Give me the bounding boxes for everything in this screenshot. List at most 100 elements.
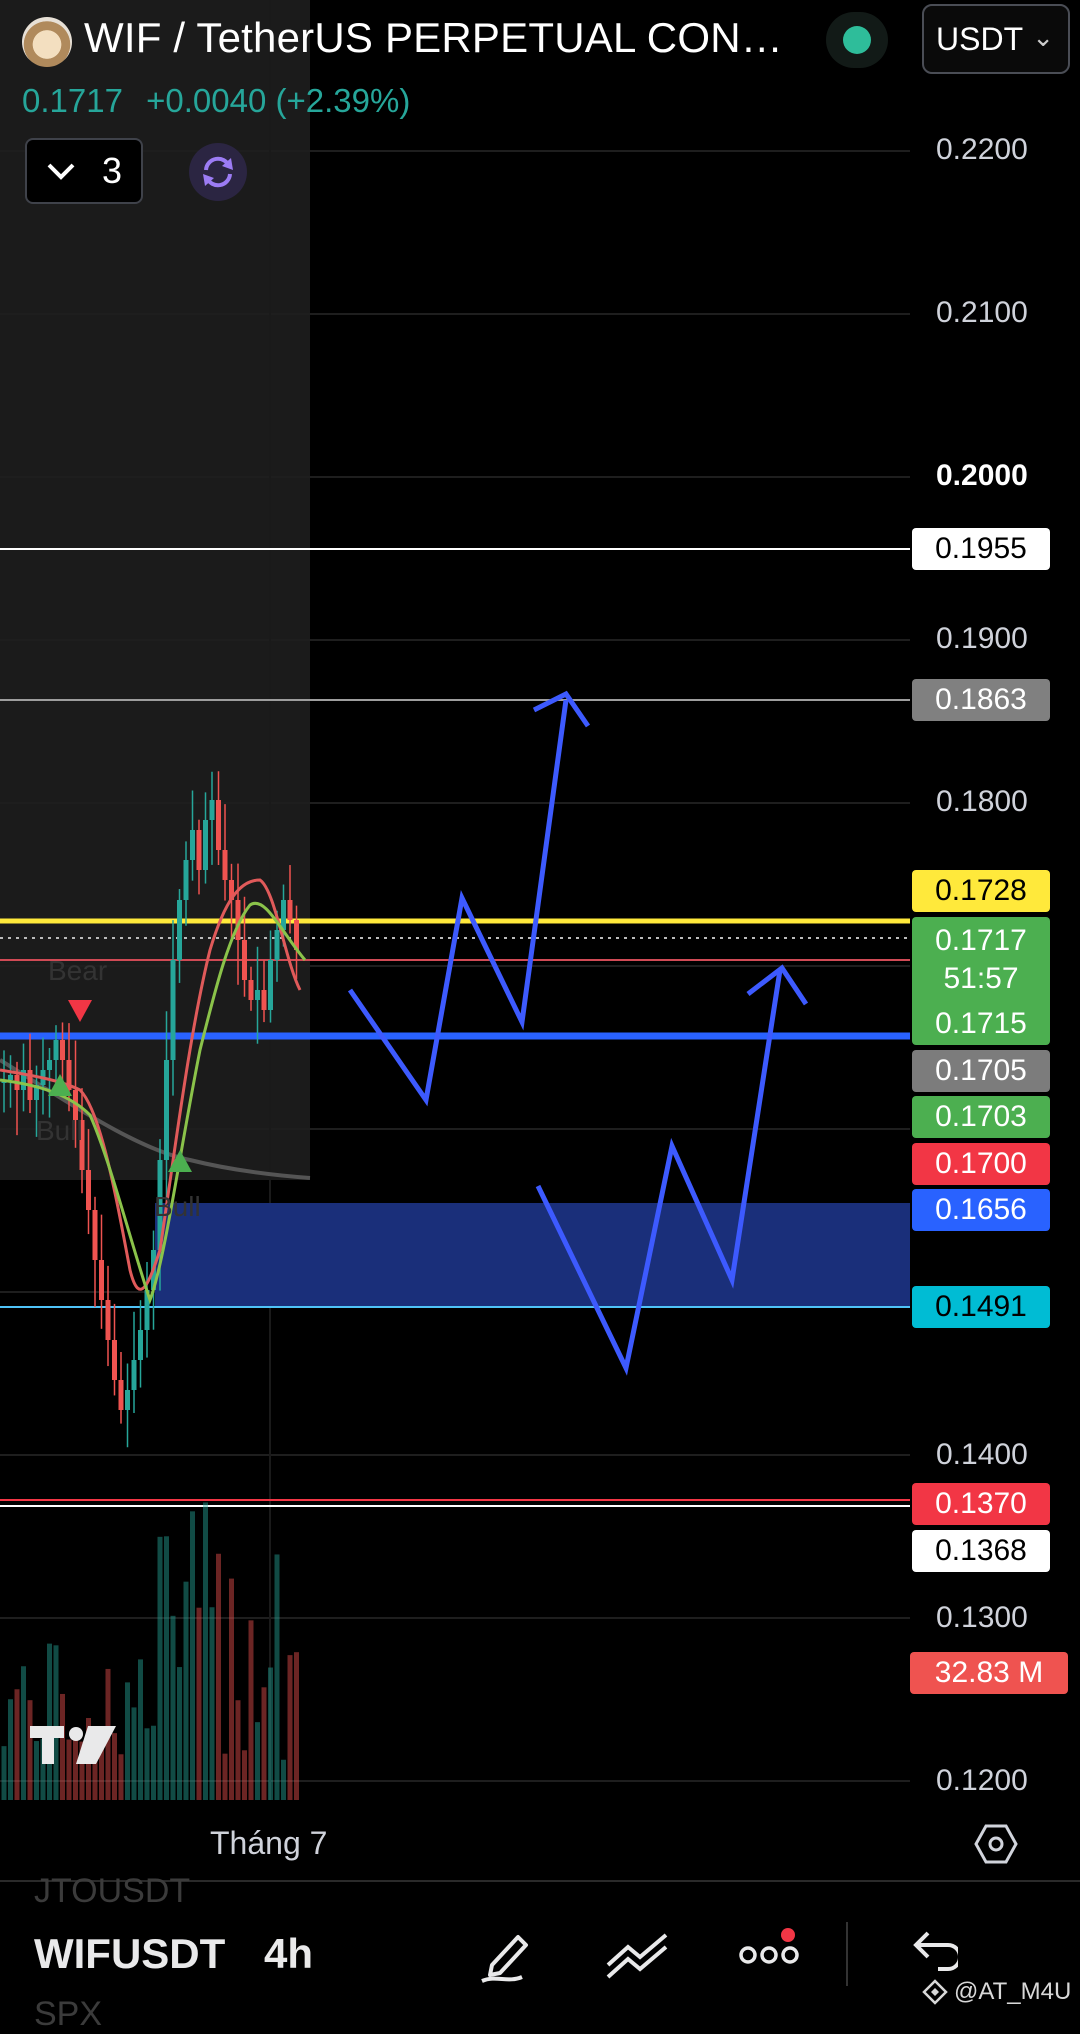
price-tag-0.1368: 0.1368 [912,1530,1050,1572]
time-axis-label: Tháng 7 [210,1825,328,1861]
volume-bar [216,1553,221,1800]
volume-bar [144,1728,150,1800]
volume-bar [209,1607,215,1800]
refresh-button[interactable] [189,143,247,201]
volume-bar [274,1554,280,1800]
price-tag-0.1863: 0.1863 [912,679,1050,721]
price-tag-0.1705: 0.1705 [912,1050,1050,1092]
price-axis-label: 0.2100 [936,296,1028,329]
more-dots-icon[interactable] [738,1925,804,1985]
current-price-value: 0.1717 [935,924,1027,957]
hexagon-settings-icon[interactable] [974,1822,1018,1866]
price-axis-label: 0.2000 [936,459,1028,492]
volume-bar [248,1620,254,1800]
interval-selector[interactable]: 4h [264,1930,313,1978]
candle-body [287,900,293,920]
volume-bar [21,1666,26,1800]
indicators-toggle-button[interactable]: 3 [25,138,143,204]
volume-bar [268,1667,273,1800]
binance-logo-icon [922,1979,948,2005]
volume-bar [170,1615,176,1800]
demand-zone [155,1203,910,1307]
candle-body [203,820,208,870]
candle-body [261,990,267,1010]
candle-body [92,1210,98,1260]
currency-value: USDT [936,20,1024,57]
candle-body [138,1330,143,1360]
candle-body [125,1390,130,1410]
volume-tag: 32.83 M [910,1652,1068,1694]
volume-bar [281,1759,286,1800]
volume-bar [8,1699,13,1800]
volume-bar [164,1536,169,1800]
current-price-tag: 0.1717 51:57 [912,917,1050,1003]
live-dot-icon [843,26,871,54]
volume-bar [131,1707,137,1800]
volume-bar [125,1682,130,1800]
candle-countdown: 51:57 [943,962,1019,995]
toolbar-divider [846,1922,848,1986]
candle-body [177,900,182,960]
candle-body [255,990,260,1000]
candle-body [118,1380,124,1410]
volume-bar [255,1722,260,1800]
volume-bar [229,1578,234,1800]
trend-line-icon[interactable] [604,1925,670,1985]
price-axis-label: 0.1200 [936,1764,1028,1797]
price-tag-0.1728: 0.1728 [912,870,1050,912]
candle-body [281,900,286,930]
price-tag-0.1370: 0.1370 [912,1483,1050,1525]
price-axis-label: 0.1300 [936,1601,1028,1634]
candle-body [99,1260,104,1300]
last-price: 0.1717 [22,82,123,119]
symbol-selector[interactable]: WIFUSDT [34,1930,225,1978]
candle-body [86,1170,91,1210]
candle-body [164,1060,169,1160]
volume-bar [157,1536,163,1800]
candle-body [47,1060,52,1070]
price-tag-0.1715: 0.1715 [912,1003,1050,1045]
candle-body [248,980,254,1000]
symbol-title[interactable]: WIF / TetherUS PERPETUAL CONTRACT [84,14,784,62]
price-tag-0.1656: 0.1656 [912,1189,1050,1231]
bear-label: Bear [48,955,107,986]
price-axis-label: 0.1800 [936,785,1028,818]
candle-body [242,940,247,980]
volume-bar [177,1667,182,1800]
refresh-icon [203,156,233,188]
volume-bar [14,1689,20,1800]
candle-body [131,1360,137,1390]
volume-bar [294,1652,299,1800]
watermark: @AT_M4U [922,1978,1071,2006]
candle-body [170,960,176,1060]
candle-body [60,1040,65,1060]
volume-bar [151,1725,156,1800]
price-tag-0.1700: 0.1700 [912,1143,1050,1185]
candle-body [268,960,273,1010]
candle-body [196,830,202,870]
chart-area[interactable]: Bear Bull Bull 0.2200 0.2100 0.2000 0.19… [0,0,1080,1800]
market-status-indicator[interactable] [826,12,888,68]
undo-icon[interactable] [902,1925,958,1985]
candle-body [209,800,215,820]
price-change: +0.0040 (+2.39%) [146,82,411,119]
candle-body [53,1040,59,1060]
projection-path-2[interactable] [535,969,783,1376]
volume-bar [1,1746,7,1800]
price-tag-0.1703: 0.1703 [912,1096,1050,1138]
watchlist-ghost-item: SPX [34,1995,103,2033]
candle-body [216,800,221,850]
volume-bar [203,1502,208,1800]
volume-bar [222,1753,228,1800]
volume-bar [242,1750,247,1800]
pencil-icon[interactable] [478,1925,538,1985]
candle-body [8,1075,13,1080]
currency-select[interactable]: USDT ⌄ [922,4,1070,74]
candle-body [183,860,189,900]
candle-body [274,930,280,960]
symbol-logo-icon [22,17,72,67]
projection-path-1[interactable] [347,699,569,1107]
chevron-down-icon: ⌄ [1032,22,1054,52]
tradingview-logo-icon [30,1726,116,1764]
volume-bar [287,1655,293,1800]
